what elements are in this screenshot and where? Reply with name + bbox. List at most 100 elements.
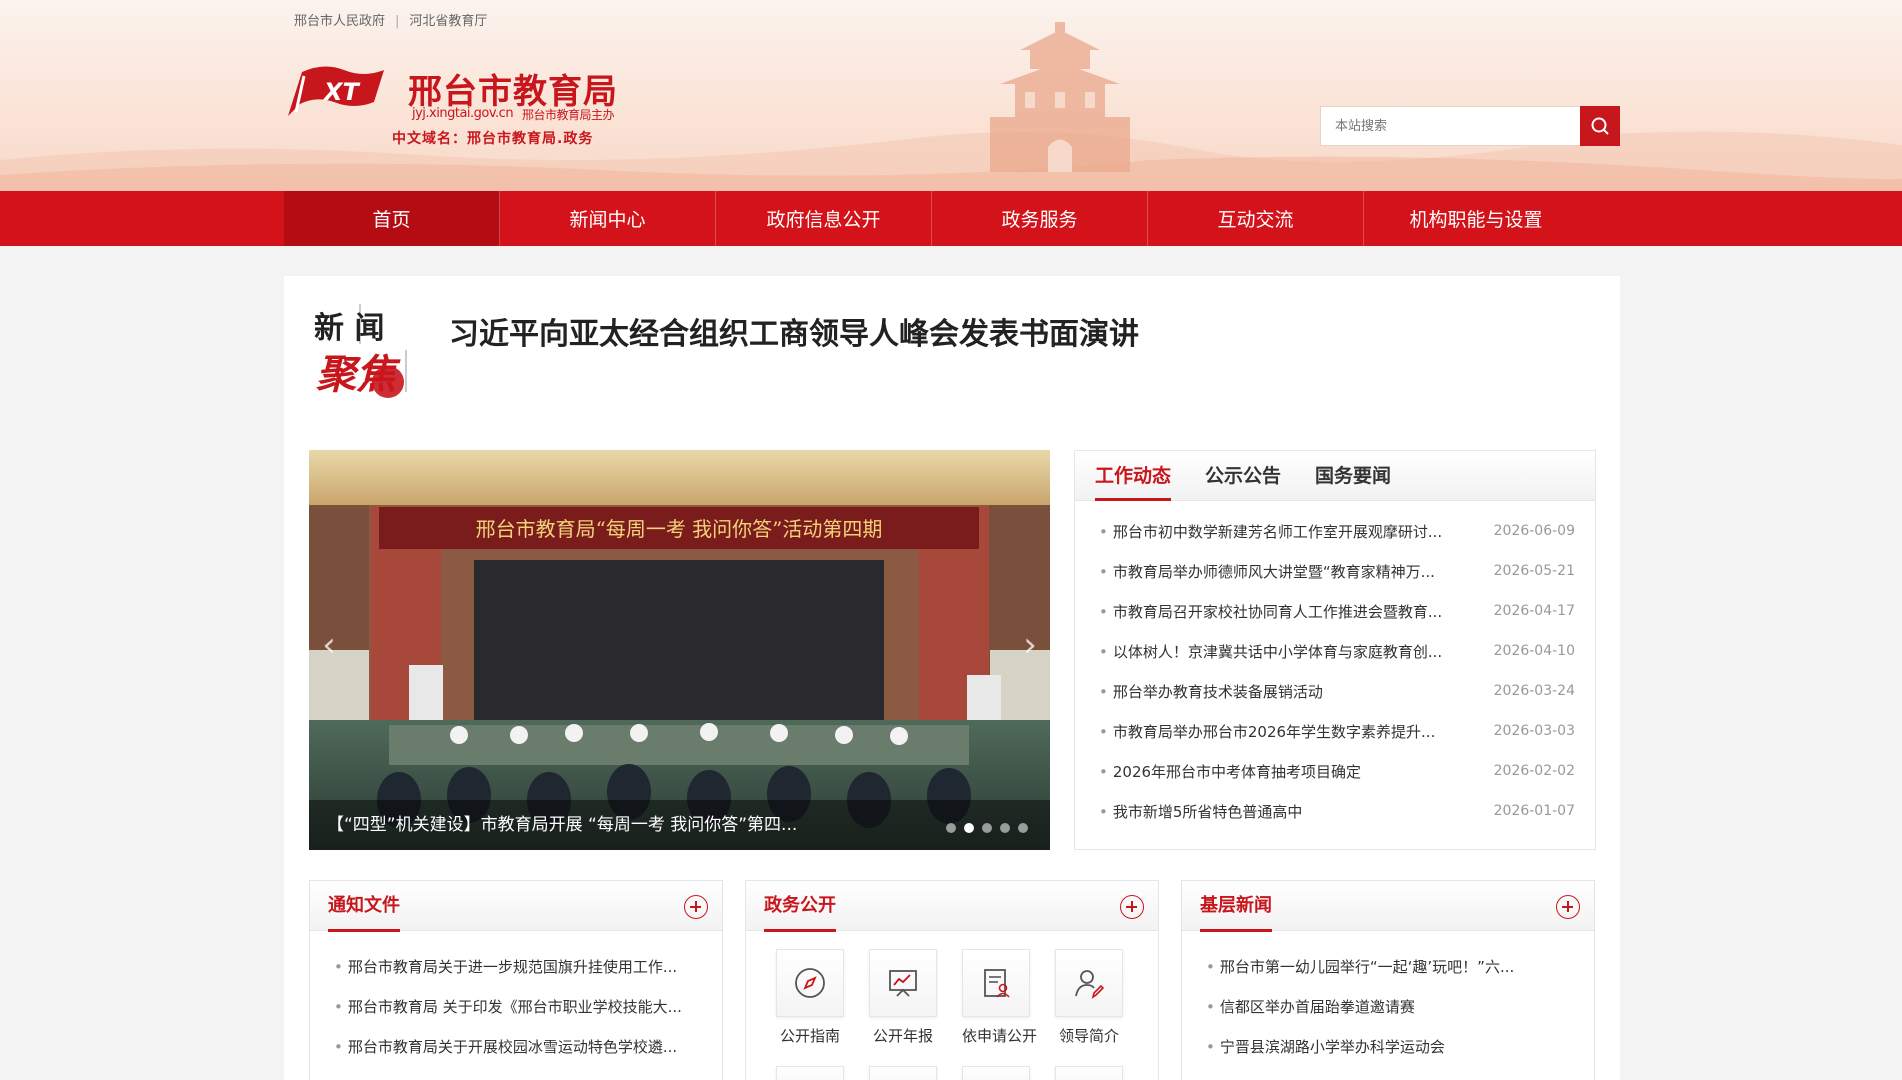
news-item-title: 2026年邢台市中考体育抽考项目确定 bbox=[1099, 761, 1461, 782]
logo-sponsor: 邢台市教育局主办 bbox=[522, 108, 615, 122]
logo-mark-text: XT bbox=[322, 78, 361, 106]
nav-news-center[interactable]: 新闻中心 bbox=[500, 191, 716, 246]
service-leader-profile[interactable]: 领导简介 bbox=[1055, 949, 1123, 1046]
service-label: 公开指南 bbox=[779, 1027, 840, 1045]
news-item-title: 以体树人！京津冀共话中小学体育与家庭教育创... bbox=[1099, 641, 1461, 662]
search-input[interactable] bbox=[1320, 106, 1580, 146]
panel-notices-title[interactable]: 通知文件 bbox=[328, 881, 400, 932]
slider-dots bbox=[946, 823, 1028, 833]
local-news-item[interactable]: 信都区举办首届跆拳道邀请赛 bbox=[1206, 987, 1576, 1027]
top-links-separator: | bbox=[395, 14, 400, 29]
service-tile[interactable] bbox=[776, 1066, 844, 1080]
news-tabs-panel: 工作动态 公示公告 国务要闻 邢台市初中数学新建芳名师工作室开展观摩研讨... 2… bbox=[1074, 450, 1596, 850]
slider-dot[interactable] bbox=[982, 823, 992, 833]
nav-gov-services[interactable]: 政务服务 bbox=[932, 191, 1148, 246]
panel-local-news-title[interactable]: 基层新闻 bbox=[1200, 881, 1272, 932]
chart-board-icon bbox=[889, 970, 917, 997]
more-plus-icon[interactable] bbox=[684, 895, 708, 919]
slider-dot[interactable] bbox=[1018, 823, 1028, 833]
panel-gov-affairs: 政务公开 公开指南 公开年报 依申请公开 领导简介 bbox=[745, 880, 1159, 1080]
header: 邢台市人民政府 | 河北省教育厅 XT 邢台市教育局 jyj.xingtai.gov… bbox=[0, 0, 1902, 191]
logo-chinese-domain: 中文域名：邢台市教育局.政务 bbox=[392, 131, 594, 147]
news-item[interactable]: 邢台市初中数学新建芳名师工作室开展观摩研讨... 2026-06-09 bbox=[1099, 511, 1575, 551]
service-label: 公开年报 bbox=[872, 1027, 933, 1045]
slider-next-button[interactable]: › bbox=[1016, 625, 1044, 665]
person-edit-icon bbox=[1075, 970, 1105, 999]
gov-service-grid: 公开指南 公开年报 依申请公开 领导简介 bbox=[746, 931, 1158, 1046]
slider-dot[interactable] bbox=[946, 823, 956, 833]
news-item-date: 2026-05-21 bbox=[1493, 563, 1575, 579]
tower-illustration bbox=[990, 22, 1130, 172]
service-annual-report[interactable]: 公开年报 bbox=[869, 949, 937, 1046]
focus-headline[interactable]: 习近平向亚太经合组织工商领导人峰会发表书面演讲 bbox=[449, 309, 1139, 353]
news-item[interactable]: 我市新增5所省特色普通高中 2026-01-07 bbox=[1099, 791, 1575, 831]
nav-home[interactable]: 首页 bbox=[284, 191, 500, 246]
news-item-date: 2026-01-07 bbox=[1493, 803, 1575, 819]
slider-dot[interactable] bbox=[1000, 823, 1010, 833]
search-button[interactable] bbox=[1580, 106, 1620, 146]
news-item-date: 2026-02-02 bbox=[1493, 763, 1575, 779]
news-tab-bar: 工作动态 公示公告 国务要闻 bbox=[1075, 451, 1595, 501]
logo-domain: jyj.xingtai.gov.cn bbox=[412, 106, 514, 121]
tab-state-news[interactable]: 国务要闻 bbox=[1315, 451, 1391, 500]
news-item[interactable]: 以体树人！京津冀共话中小学体育与家庭教育创... 2026-04-10 bbox=[1099, 631, 1575, 671]
news-item-title: 邢台市初中数学新建芳名师工作室开展观摩研讨... bbox=[1099, 521, 1461, 542]
news-item[interactable]: 市教育局举办师德师风大讲堂暨“教育家精神万... 2026-05-21 bbox=[1099, 551, 1575, 591]
top-links: 邢台市人民政府 | 河北省教育厅 bbox=[294, 10, 487, 29]
slider-prev-button[interactable]: ‹ bbox=[315, 625, 343, 665]
slider-photo: 邢台市教育局“每周一考 我问你答”活动第四期 bbox=[309, 450, 1050, 850]
nav-gov-info-disclosure[interactable]: 政府信息公开 bbox=[716, 191, 932, 246]
panel-local-news: 基层新闻 邢台市第一幼儿园举行“一起‘趣’玩吧！”六... 信都区举办首届跆拳道… bbox=[1181, 880, 1595, 1080]
slider-dot-active[interactable] bbox=[964, 823, 974, 833]
local-news-item[interactable]: 邢台市第一幼儿园举行“一起‘趣’玩吧！”六... bbox=[1206, 947, 1576, 987]
tab-announcements[interactable]: 公示公告 bbox=[1205, 451, 1281, 500]
news-item[interactable]: 邢台举办教育技术装备展销活动 2026-03-24 bbox=[1099, 671, 1575, 711]
service-label: 依申请公开 bbox=[962, 1027, 1038, 1045]
panel-gov-affairs-title[interactable]: 政务公开 bbox=[764, 881, 836, 932]
nav-organization[interactable]: 机构职能与设置 bbox=[1364, 191, 1588, 246]
slider-banner-text: 邢台市教育局“每周一考 我问你答”活动第四期 bbox=[476, 517, 883, 541]
news-item-date: 2026-06-09 bbox=[1493, 523, 1575, 539]
notice-item[interactable]: 邢台市教育局 关于印发《邢台市职业学校技能大... bbox=[334, 987, 704, 1027]
gov-service-grid-row2 bbox=[746, 1046, 1158, 1080]
slider-caption[interactable]: 【“四型”机关建设】市教育局开展 “每周一考 我问你答”第四... bbox=[309, 800, 1050, 850]
service-application-disclosure[interactable]: 依申请公开 bbox=[962, 949, 1038, 1046]
more-plus-icon[interactable] bbox=[1556, 895, 1580, 919]
service-tile[interactable] bbox=[1055, 1066, 1123, 1080]
news-item-date: 2026-03-24 bbox=[1493, 683, 1575, 699]
news-item[interactable]: 2026年邢台市中考体育抽考项目确定 2026-02-02 bbox=[1099, 751, 1575, 791]
news-item-date: 2026-03-03 bbox=[1493, 723, 1575, 739]
top-link-city-gov[interactable]: 邢台市人民政府 bbox=[294, 14, 385, 29]
news-focus-badge: 新 闻 聚焦 bbox=[314, 304, 407, 398]
photo-slider[interactable]: 邢台市教育局“每周一考 我问你答”活动第四期 ‹ › 【“四型”机关建设】市教育… bbox=[309, 450, 1050, 850]
site-search bbox=[1320, 106, 1620, 146]
main-nav: 首页 新闻中心 政府信息公开 政务服务 互动交流 机构职能与设置 bbox=[0, 191, 1902, 246]
panel-notices: 通知文件 邢台市教育局关于进一步规范国旗升挂使用工作... 邢台市教育局 关于印… bbox=[309, 880, 723, 1080]
tab-work-updates[interactable]: 工作动态 bbox=[1095, 451, 1172, 501]
news-item-title: 市教育局举办邢台市2026年学生数字素养提升... bbox=[1099, 721, 1461, 742]
news-item[interactable]: 市教育局召开家校社协同育人工作推进会暨教育... 2026-04-17 bbox=[1099, 591, 1575, 631]
service-label: 领导简介 bbox=[1058, 1027, 1119, 1045]
site-logo[interactable]: XT 邢台市教育局 jyj.xingtai.gov.cn 邢台市教育局主办 中文… bbox=[284, 62, 624, 152]
news-item[interactable]: 市教育局举办邢台市2026年学生数字素养提升... 2026-03-03 bbox=[1099, 711, 1575, 751]
service-tile[interactable] bbox=[962, 1066, 1030, 1080]
news-item-title: 邢台举办教育技术装备展销活动 bbox=[1099, 681, 1461, 702]
chevron-right-icon: › bbox=[1023, 625, 1037, 665]
search-icon bbox=[1591, 117, 1609, 135]
news-item-title: 市教育局召开家校社协同育人工作推进会暨教育... bbox=[1099, 601, 1461, 622]
local-news-item[interactable]: 宁晋县滨湖路小学举办科学运动会 bbox=[1206, 1027, 1576, 1067]
news-item-date: 2026-04-17 bbox=[1493, 603, 1575, 619]
service-tile[interactable] bbox=[869, 1066, 937, 1080]
top-link-province-edu[interactable]: 河北省教育厅 bbox=[409, 14, 487, 29]
more-plus-icon[interactable] bbox=[1120, 895, 1144, 919]
focus-badge-line1: 新 闻 bbox=[314, 311, 384, 346]
document-user-icon bbox=[984, 969, 1010, 998]
logo-flag-icon: XT bbox=[288, 66, 384, 116]
news-item-title: 市教育局举办师德师风大讲堂暨“教育家精神万... bbox=[1099, 561, 1461, 582]
chevron-left-icon: ‹ bbox=[322, 625, 336, 665]
notice-item[interactable]: 邢台市教育局关于进一步规范国旗升挂使用工作... bbox=[334, 947, 704, 987]
news-item-title: 我市新增5所省特色普通高中 bbox=[1099, 801, 1461, 822]
notice-item[interactable]: 邢台市教育局关于开展校园冰雪运动特色学校遴... bbox=[334, 1027, 704, 1067]
nav-interaction[interactable]: 互动交流 bbox=[1148, 191, 1364, 246]
service-disclosure-guide[interactable]: 公开指南 bbox=[776, 949, 844, 1046]
